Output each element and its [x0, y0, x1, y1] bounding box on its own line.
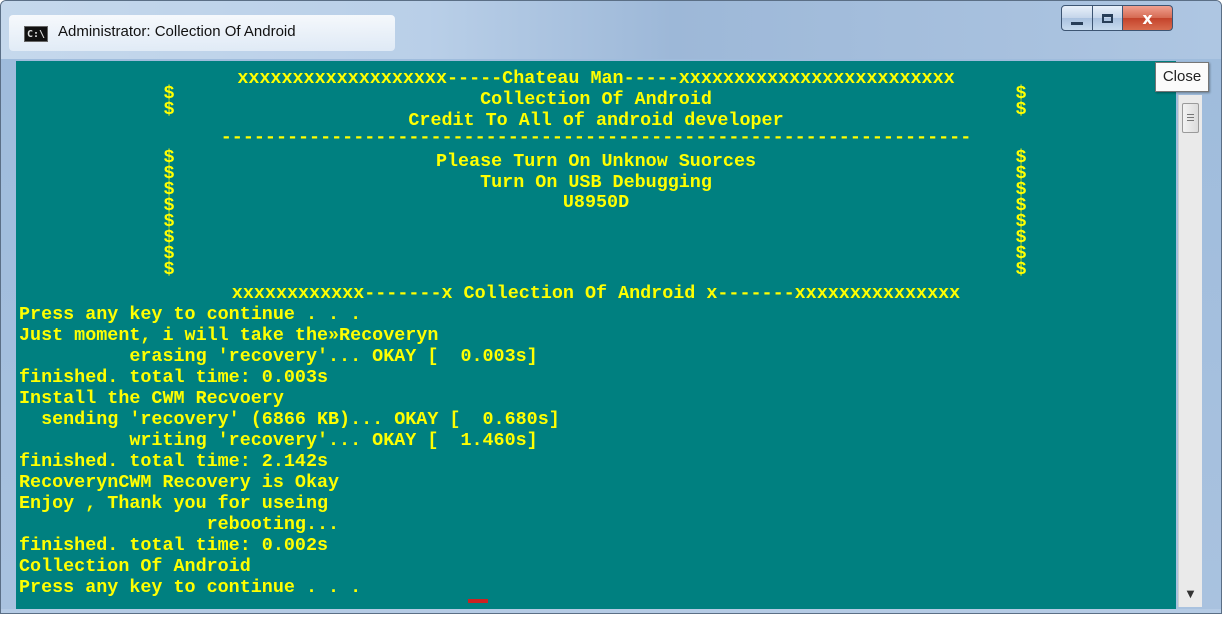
- minimize-button[interactable]: [1061, 5, 1093, 31]
- close-button[interactable]: x: [1123, 5, 1173, 31]
- banner-bottom: xxxxxxxxxxxx-------x Collection Of Andro…: [231, 283, 961, 304]
- console-line: finished. total time: 0.002s: [19, 535, 329, 556]
- console-line: finished. total time: 0.003s: [19, 367, 329, 388]
- notice-unknown-sources: Please Turn On Unknow Suorces: [435, 151, 757, 172]
- console-line: Press any key to continue . . .: [19, 577, 362, 598]
- console-window: C:\ Administrator: Collection Of Android…: [0, 0, 1222, 614]
- dollar-right: $: [1015, 259, 1027, 280]
- console-line: erasing 'recovery'... OKAY [ 0.003s]: [19, 346, 538, 367]
- maximize-icon: [1102, 13, 1113, 23]
- scrollbar-thumb[interactable]: [1182, 103, 1199, 133]
- divider-line: ----------------------------------------…: [220, 127, 972, 148]
- dollar-left: $: [163, 99, 175, 120]
- console-line: Press any key to continue . . .: [19, 304, 362, 325]
- console-title: Collection Of Android: [480, 89, 712, 110]
- window-title: Administrator: Collection Of Android: [58, 23, 296, 40]
- title-bar[interactable]: C:\ Administrator: Collection Of Android…: [1, 1, 1221, 59]
- console-line: RecoverynCWM Recovery is Okay: [19, 472, 340, 493]
- cmd-icon[interactable]: C:\: [24, 26, 48, 42]
- dollar-left: $: [163, 259, 175, 280]
- console-line: rebooting...: [19, 514, 340, 535]
- close-tooltip: Close: [1155, 62, 1209, 92]
- minimize-icon: [1071, 21, 1083, 25]
- console-line: Enjoy , Thank you for useing: [19, 493, 329, 514]
- text-cursor: [468, 599, 488, 603]
- console-line: writing 'recovery'... OKAY [ 1.460s]: [19, 430, 538, 451]
- console-line: Just moment, i will take the»Recoveryn: [19, 325, 439, 346]
- scroll-down-arrow-icon[interactable]: ▼: [1179, 583, 1202, 607]
- vertical-scrollbar[interactable]: ▼: [1178, 95, 1202, 607]
- console-output[interactable]: xxxxxxxxxxxxxxxxxxx-----Chateau Man-----…: [16, 61, 1176, 609]
- console-line: finished. total time: 2.142s: [19, 451, 329, 472]
- console-line: Install the CWM Recvoery: [19, 388, 284, 409]
- caption-buttons: x: [1061, 5, 1173, 31]
- notice-usb-debugging: Turn On USB Debugging: [480, 172, 712, 193]
- window-bottom-border: [1, 609, 1221, 613]
- dollar-right: $: [1015, 99, 1027, 120]
- console-line: Collection Of Android: [19, 556, 251, 577]
- console-line: sending 'recovery' (6866 KB)... OKAY [ 0…: [19, 409, 560, 430]
- maximize-button[interactable]: [1093, 5, 1123, 31]
- close-icon: x: [1142, 8, 1153, 28]
- banner-top: xxxxxxxxxxxxxxxxxxx-----Chateau Man-----…: [237, 68, 955, 89]
- device-model: U8950D: [562, 192, 630, 213]
